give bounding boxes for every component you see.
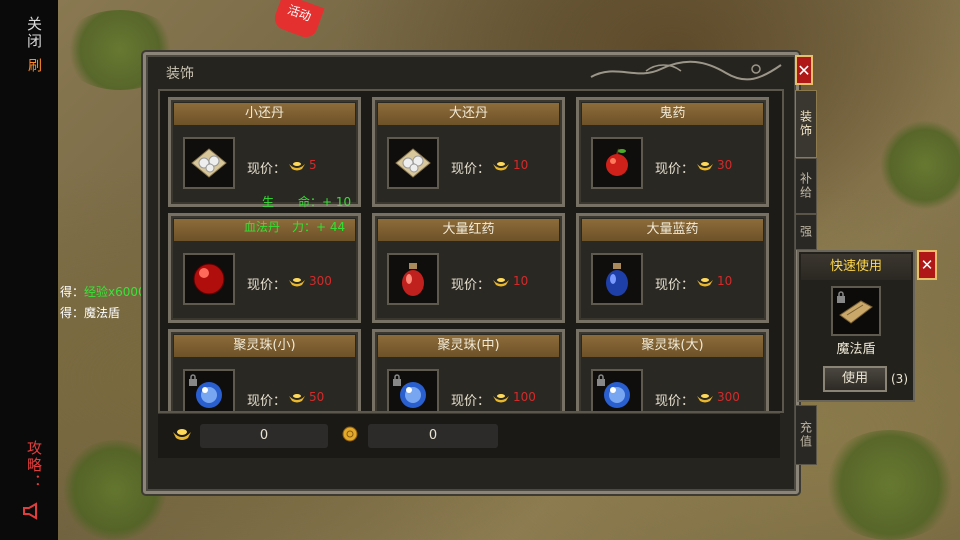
loot-log-line: 得：魔法盾: [60, 304, 120, 321]
coin-icon: [342, 426, 358, 442]
shop-item-card[interactable]: 小还丹 现价： 5: [168, 97, 361, 207]
price-label: 现价：: [247, 394, 287, 409]
dragon-ornament-icon: [590, 60, 782, 81]
lock-icon: [837, 291, 845, 303]
price-value: 300: [717, 390, 740, 404]
gold-ingot-icon: [289, 162, 305, 171]
price-label: 现价：: [451, 394, 491, 409]
event-badge[interactable]: 活动: [271, 0, 325, 41]
red-orb-icon[interactable]: [183, 253, 235, 305]
price-value: 10: [717, 274, 733, 288]
gold-ingot-icon: [289, 394, 305, 403]
quick-use-close-button[interactable]: ✕: [917, 250, 937, 280]
gold-ingot-icon: [493, 278, 509, 287]
price-label: 现价：: [451, 162, 491, 177]
tab-supply[interactable]: 补给: [795, 158, 817, 214]
item-name: 聚灵珠(中): [378, 335, 559, 357]
gold-balance: 0: [200, 424, 328, 448]
shop-item-card[interactable]: 聚灵珠(大) 现价： 300: [576, 329, 769, 411]
item-name: 大还丹: [378, 103, 559, 125]
close-sidebar-button[interactable]: 关闭: [24, 16, 45, 50]
apple-icon[interactable]: [591, 137, 643, 189]
stat-value: + 10: [322, 195, 352, 209]
price-label: 现价：: [451, 278, 491, 293]
strategy-label[interactable]: 攻略：: [24, 440, 45, 491]
price-value: 10: [513, 274, 529, 288]
tab-decor[interactable]: 装饰: [795, 90, 817, 158]
stat-tooltip-line: 生 命：+ 10: [262, 193, 351, 210]
loot-log-line: 得：经验x60000: [60, 283, 153, 300]
lock-icon: [597, 374, 605, 386]
price-value: 5: [309, 158, 317, 172]
gold-ingot-icon: [697, 162, 713, 171]
gold-ingot-icon: [697, 394, 713, 403]
gold-ingot-icon: [493, 162, 509, 171]
grass-patch: [880, 120, 960, 210]
horn-icon[interactable]: [22, 502, 42, 520]
item-grid: 小还丹 现价： 5 大还丹 现价： 10 鬼药 现价： 30 现价： 300 大…: [158, 89, 784, 413]
price-value: 100: [513, 390, 536, 404]
price-label: 现价：: [247, 162, 287, 177]
pill-plate-icon[interactable]: [387, 137, 439, 189]
window-close-button[interactable]: ✕: [795, 55, 813, 85]
price-value: 50: [309, 390, 325, 404]
stat-value: + 44: [316, 220, 346, 234]
lock-icon: [189, 374, 197, 386]
gold-ingot-icon: [697, 278, 713, 287]
loot-log-value: 魔法盾: [84, 306, 121, 320]
pill-plate-icon[interactable]: [183, 137, 235, 189]
price-value: 10: [513, 158, 529, 172]
blue-orb-icon[interactable]: [591, 369, 643, 411]
shop-window: 装饰 小还丹 现价： 5 大还丹 现价： 10 鬼药 现价： 30 现价： 30…: [143, 52, 799, 494]
stat-label: 生 命：: [262, 195, 323, 209]
shop-item-card[interactable]: 聚灵珠(中) 现价： 100: [372, 329, 565, 411]
price-value: 30: [717, 158, 733, 172]
quick-use-item-name: 魔法盾: [836, 342, 876, 357]
shop-item-card[interactable]: 大还丹 现价： 10: [372, 97, 565, 207]
shop-item-card[interactable]: 大量蓝药 现价： 10: [576, 213, 769, 323]
shop-item-card[interactable]: 鬼药 现价： 30: [576, 97, 769, 207]
lock-icon: [393, 374, 401, 386]
use-button[interactable]: 使用: [823, 366, 887, 392]
tab-enhance[interactable]: 强: [795, 214, 817, 250]
skill-book-icon[interactable]: [831, 286, 881, 336]
gold-ingot-icon: [173, 429, 191, 440]
blue-orb-icon[interactable]: [387, 369, 439, 411]
shop-item-card[interactable]: 大量红药 现价： 10: [372, 213, 565, 323]
loot-log-prefix: 得：: [60, 285, 85, 299]
gold-ingot-icon: [289, 278, 305, 287]
price-label: 现价：: [655, 162, 695, 177]
item-name: 聚灵珠(大): [582, 335, 763, 357]
quick-use-panel: 快速使用 魔法盾 使用 (3): [797, 250, 915, 402]
item-name: 大量蓝药: [582, 219, 763, 241]
left-sidebar: 关闭 刷 攻略：: [0, 0, 58, 540]
item-name: 聚灵珠(小): [174, 335, 355, 357]
blue-orb-icon[interactable]: [183, 369, 235, 411]
grass-patch: [820, 430, 960, 540]
item-name: 小还丹: [174, 103, 355, 125]
price-label: 现价：: [247, 278, 287, 293]
gold-ingot-icon: [493, 394, 509, 403]
price-value: 300: [309, 274, 332, 288]
price-label: 现价：: [655, 394, 695, 409]
coin-balance: 0: [368, 424, 498, 448]
item-name: 大量红药: [378, 219, 559, 241]
stat-label: 血法丹 力：: [244, 220, 317, 234]
red-potion-icon[interactable]: [387, 253, 439, 305]
item-name: 鬼药: [582, 103, 763, 125]
price-label: 现价：: [655, 278, 695, 293]
currency-bar: 0 0: [158, 413, 780, 458]
window-title: 装饰: [166, 66, 194, 82]
loot-log-prefix: 得：: [60, 306, 85, 320]
shop-item-card[interactable]: 聚灵珠(小) 现价： 50: [168, 329, 361, 411]
blue-potion-icon[interactable]: [591, 253, 643, 305]
stat-tooltip-line: 血法丹 力：+ 44: [244, 218, 345, 235]
tab-recharge[interactable]: 充值: [795, 405, 817, 465]
quick-use-title: 快速使用: [801, 254, 911, 280]
refresh-button[interactable]: 刷: [24, 58, 44, 74]
item-count: (3): [891, 372, 908, 386]
